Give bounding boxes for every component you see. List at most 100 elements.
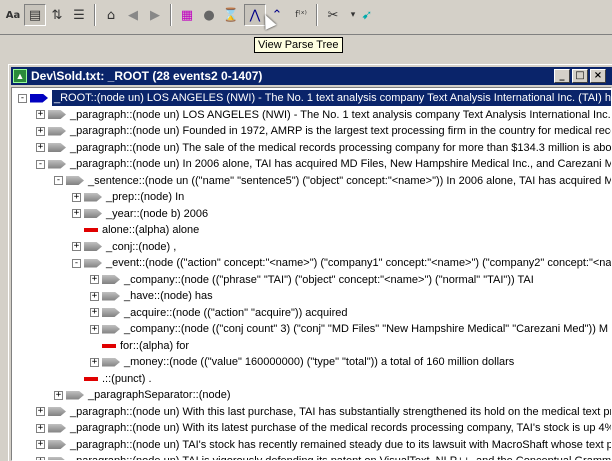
tree-node[interactable]: + _company::(node (("conj count" 3) ("con… <box>90 321 608 337</box>
tree-node-label: _money::(node (("value" 160000000) ("typ… <box>124 356 515 368</box>
expand-icon[interactable]: + <box>36 440 45 449</box>
expand-icon[interactable]: + <box>90 357 99 367</box>
node-icon <box>102 291 120 301</box>
app-icon: ▲ <box>13 69 27 83</box>
tree-node-label: _paragraph::(node un) With this last pur… <box>70 405 612 418</box>
node-icon <box>48 159 66 169</box>
node-icon <box>84 242 102 251</box>
tree-node[interactable]: + _paragraph::(node un) LOS ANGELES (NWI)… <box>36 107 612 123</box>
tools-icon[interactable]: ✂ <box>322 4 344 26</box>
tooltip: View Parse Tree <box>254 37 343 53</box>
sort-icon[interactable]: ⇅ <box>46 4 68 26</box>
back-arrow-icon[interactable]: ◀ <box>122 4 144 26</box>
node-icon <box>48 110 66 119</box>
tree-node[interactable]: + _have::(node) has <box>90 288 213 304</box>
tree-node-label: alone::(alpha) alone <box>102 224 200 236</box>
maximize-button[interactable]: □ <box>572 69 588 83</box>
expand-icon[interactable]: + <box>90 291 99 301</box>
analyzer-icon[interactable]: ⌂ <box>100 4 122 26</box>
tree-node-label: _prep::(node) In <box>106 191 185 203</box>
expand-icon[interactable]: + <box>36 110 45 119</box>
tree-node[interactable]: - _event::(node (("action" concept:"<name… <box>72 255 612 271</box>
tree-node[interactable]: + _prep::(node) In <box>72 189 184 205</box>
node-icon <box>66 390 84 400</box>
list-icon[interactable]: ☰ <box>68 4 90 26</box>
function-icon[interactable]: f⁽ˣ⁾ <box>290 4 312 26</box>
tree-node-label: for::(alpha) for <box>120 339 190 352</box>
expand-icon[interactable]: + <box>72 242 81 251</box>
tree-node[interactable]: + _paragraph::(node un) TAI is vigorously… <box>36 453 612 461</box>
expand-icon[interactable]: + <box>72 192 81 202</box>
collapse-icon[interactable]: - <box>72 258 81 268</box>
expand-icon[interactable]: + <box>90 324 99 334</box>
tree-node[interactable]: - _paragraph::(node un) In 2006 alone, TA… <box>36 156 611 172</box>
tree-node-label: _year::(node b) 2006 <box>106 207 209 220</box>
tree-node[interactable]: + _conj::(node) , <box>72 239 176 255</box>
tree-node-label: _event::(node (("action" concept:"<name>… <box>106 257 612 269</box>
expand-icon[interactable]: + <box>54 390 63 400</box>
tree-node-label: _paragraph::(node un) TAI's stock has re… <box>70 438 612 451</box>
tree-node[interactable]: + _year::(node b) 2006 <box>72 206 208 222</box>
node-icon <box>102 357 120 367</box>
forward-arrow-icon[interactable]: ▶ <box>144 4 166 26</box>
node-icon <box>102 275 120 284</box>
highlight-icon[interactable]: ▦ <box>176 4 198 26</box>
window-titlebar[interactable]: ▲ Dev\Sold.txt: _ROOT (28 events2 0-1407… <box>11 67 612 85</box>
expand-icon[interactable]: + <box>36 456 45 460</box>
node-icon <box>48 126 66 136</box>
collapse-icon[interactable]: - <box>54 176 63 185</box>
document-icon[interactable]: ▤ <box>24 4 46 26</box>
node-icon <box>66 176 84 185</box>
tree-node[interactable]: + _acquire::(node (("action" "acquire")) … <box>90 305 348 321</box>
window-title: Dev\Sold.txt: _ROOT (28 events2 0-1407) <box>31 69 263 83</box>
toolbar: Aa ▤ ⇅ ☰ ⌂ ◀ ▶ ▦ ● ⌛ ⋀ ⌃ f⁽ˣ⁾ ✂ ▾ ➹ <box>0 0 612 35</box>
expand-icon[interactable]: + <box>72 209 81 218</box>
tree-node[interactable]: + _paragraph::(node un) The sale of the m… <box>36 140 612 156</box>
collapse-icon[interactable]: - <box>18 93 27 103</box>
node-icon <box>30 93 48 103</box>
minimize-button[interactable]: _ <box>554 69 570 83</box>
close-button[interactable]: × <box>590 69 606 83</box>
tree-node[interactable]: - _ROOT::(node un) LOS ANGELES (NWI) - Th… <box>18 90 611 106</box>
node-icon <box>48 143 66 152</box>
tree-node[interactable]: + _paragraph::(node un) With this last pu… <box>36 404 612 420</box>
expand-icon[interactable]: + <box>36 407 45 416</box>
tree-node-label: _ROOT::(node un) LOS ANGELES (NWI) - The… <box>52 90 611 106</box>
tree-node[interactable]: + _paragraphSeparator::(node) <box>54 387 230 403</box>
tree-node-label: _paragraph::(node un) The sale of the me… <box>70 141 612 154</box>
node-icon <box>48 456 66 460</box>
tree-node-label: .::(punct) . <box>102 372 152 385</box>
tree-node[interactable]: + _money::(node (("value" 160000000) ("ty… <box>90 354 514 370</box>
expand-icon[interactable]: + <box>90 308 99 317</box>
node-icon <box>48 407 66 416</box>
tree-node[interactable]: + _paragraph::(node un) With its latest p… <box>36 420 611 436</box>
leaf-node-icon <box>84 376 98 381</box>
tree-node[interactable]: + _paragraph::(node un) Founded in 1972, … <box>36 123 611 139</box>
tree-node-label: _paragraphSeparator::(node) <box>88 389 231 401</box>
expand-icon[interactable]: + <box>90 275 99 284</box>
tree-node[interactable]: alone::(alpha) alone <box>72 222 199 238</box>
tree-node[interactable]: .::(punct) . <box>72 371 152 387</box>
expand-icon[interactable]: + <box>36 143 45 152</box>
run-icon[interactable]: ⌛ <box>220 4 242 26</box>
help-icon[interactable]: ➹ <box>356 4 378 26</box>
expand-icon[interactable]: + <box>36 126 45 136</box>
expand-icon[interactable]: + <box>36 423 45 433</box>
stop-icon[interactable]: ● <box>198 4 220 26</box>
tree-node[interactable]: - _sentence::(node un (("name" "sentence5… <box>54 173 611 189</box>
tree-node[interactable]: + _company::(node (("phrase" "TAI") ("obj… <box>90 272 534 288</box>
parse-tree[interactable]: - _ROOT::(node un) LOS ANGELES (NWI) - Th… <box>11 87 612 461</box>
tree-node-label: _conj::(node) , <box>106 240 177 253</box>
tree-node-label: _have::(node) has <box>124 290 213 302</box>
node-icon <box>102 308 120 317</box>
parse-tree-window: ▲ Dev\Sold.txt: _ROOT (28 events2 0-1407… <box>8 64 612 461</box>
tree-node[interactable]: for::(alpha) for <box>90 338 189 354</box>
node-icon <box>84 209 102 218</box>
font-icon[interactable]: Aa <box>2 4 24 26</box>
tree-node-label: _paragraph::(node un) LOS ANGELES (NWI) … <box>70 108 612 121</box>
node-icon <box>84 258 102 268</box>
tree-node[interactable]: + _paragraph::(node un) TAI's stock has r… <box>36 437 612 453</box>
node-icon <box>48 440 66 449</box>
collapse-icon[interactable]: - <box>36 159 45 169</box>
tree-node-label: _paragraph::(node un) TAI is vigorously … <box>70 455 612 461</box>
